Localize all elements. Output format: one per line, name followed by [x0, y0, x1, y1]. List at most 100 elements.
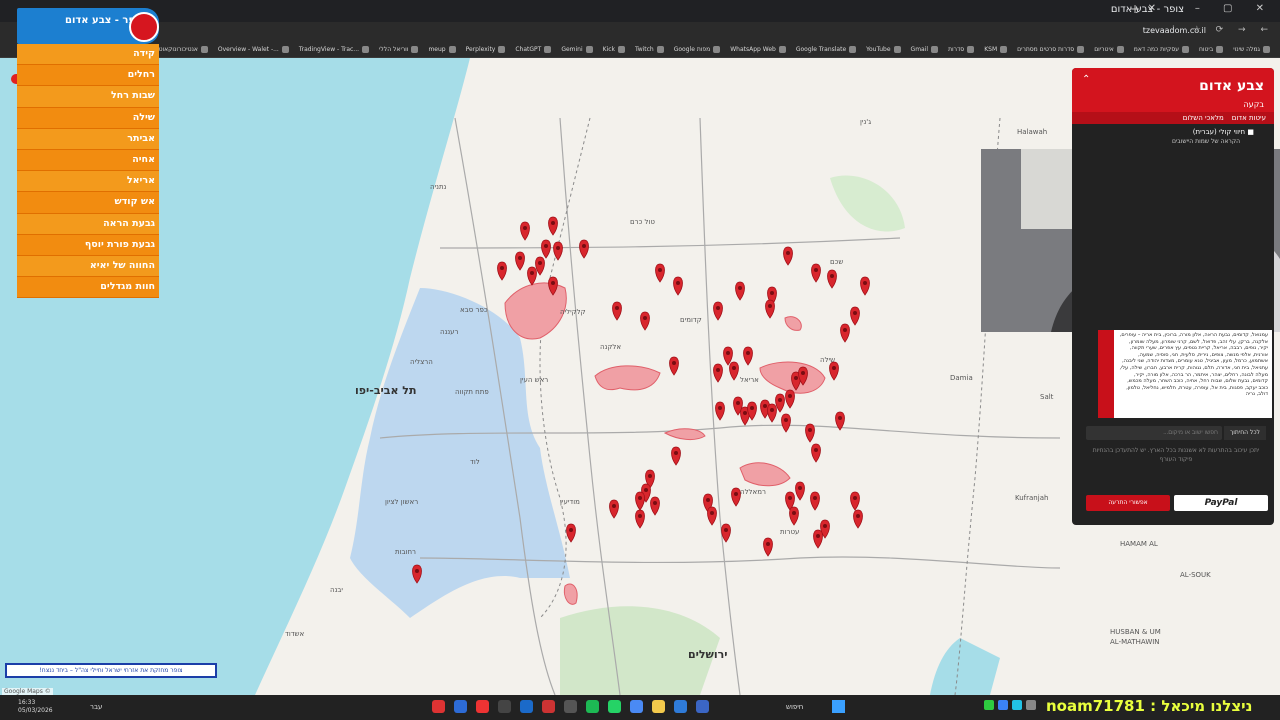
- alert-pin-icon[interactable]: [635, 509, 645, 529]
- alert-pin-icon[interactable]: [715, 401, 725, 421]
- alert-pin-icon[interactable]: [743, 346, 753, 366]
- area-item[interactable]: רחלים: [17, 65, 159, 87]
- alert-pin-icon[interactable]: [767, 403, 777, 423]
- search-input[interactable]: [1086, 426, 1222, 440]
- alert-pin-icon[interactable]: [813, 529, 823, 549]
- alert-pin-icon[interactable]: [655, 263, 665, 283]
- alert-pin-icon[interactable]: [566, 523, 576, 543]
- alert-pin-icon[interactable]: [612, 301, 622, 321]
- bookmark-item[interactable]: Overview - Walet -...: [218, 46, 289, 53]
- alert-pin-icon[interactable]: [850, 491, 860, 511]
- alert-pin-icon[interactable]: [579, 239, 589, 259]
- tray-icon[interactable]: [1012, 700, 1022, 710]
- bookmark-item[interactable]: איטריום: [1094, 46, 1124, 53]
- alert-pin-icon[interactable]: [548, 216, 558, 236]
- alert-pin-icon[interactable]: [811, 443, 821, 463]
- app-icon[interactable]: [674, 700, 687, 713]
- tray-icon[interactable]: [998, 700, 1008, 710]
- bookmark-item[interactable]: KSM: [984, 46, 1008, 53]
- app-icon[interactable]: [476, 700, 489, 713]
- alert-pin-icon[interactable]: [515, 251, 525, 271]
- area-item[interactable]: קידה: [17, 44, 159, 66]
- alert-pin-icon[interactable]: [640, 311, 650, 331]
- alert-pin-icon[interactable]: [671, 446, 681, 466]
- area-item[interactable]: שבות רחל: [17, 86, 159, 108]
- alert-pin-icon[interactable]: [763, 537, 773, 557]
- search-button[interactable]: לכל החיתוך: [1224, 426, 1266, 440]
- app-icon[interactable]: [586, 700, 599, 713]
- area-item[interactable]: גבעת פורת יוסף: [17, 234, 159, 256]
- alert-pin-icon[interactable]: [497, 261, 507, 281]
- alert-pin-icon[interactable]: [669, 356, 679, 376]
- app-icon[interactable]: [520, 700, 533, 713]
- alert-pin-icon[interactable]: [527, 266, 537, 286]
- app-icon[interactable]: [542, 700, 555, 713]
- bookmark-item[interactable]: ChatGPT: [515, 46, 552, 53]
- browser-nav-icons[interactable]: ⋮ ☆ ⟳ → ←: [1169, 25, 1274, 35]
- bookmark-item[interactable]: סדרות: [948, 46, 975, 53]
- bookmark-item[interactable]: YouTube: [866, 46, 901, 53]
- alert-pin-icon[interactable]: [635, 491, 645, 511]
- alert-pin-icon[interactable]: [840, 323, 850, 343]
- area-item[interactable]: חוות מגדלים: [17, 277, 159, 299]
- checkbox-icon[interactable]: ■: [1247, 128, 1254, 136]
- alert-pin-icon[interactable]: [781, 413, 791, 433]
- alert-pin-icon[interactable]: [721, 523, 731, 543]
- app-icon[interactable]: [652, 700, 665, 713]
- alert-pin-icon[interactable]: [860, 276, 870, 296]
- alert-pin-icon[interactable]: [829, 361, 839, 381]
- bookmark-item[interactable]: סדרות סרטים מסתרים: [1017, 46, 1085, 53]
- alert-pin-icon[interactable]: [810, 491, 820, 511]
- alert-pin-icon[interactable]: [850, 306, 860, 326]
- taskbar-search[interactable]: חיפוש: [786, 703, 803, 711]
- area-item[interactable]: אריאל: [17, 171, 159, 193]
- area-item[interactable]: אביתר: [17, 128, 159, 150]
- paypal-button[interactable]: PayPal: [1174, 495, 1268, 511]
- alert-pin-icon[interactable]: [673, 276, 683, 296]
- tray-icon[interactable]: [984, 700, 994, 710]
- tray-icon[interactable]: [1026, 700, 1036, 710]
- alert-pin-icon[interactable]: [789, 506, 799, 526]
- area-item[interactable]: שילה: [17, 107, 159, 129]
- bookmark-item[interactable]: ווריאל הללי: [379, 46, 419, 53]
- alert-pin-icon[interactable]: [783, 246, 793, 266]
- alert-pin-icon[interactable]: [713, 363, 723, 383]
- alert-pin-icon[interactable]: [713, 301, 723, 321]
- bookmark-item[interactable]: Perplexity: [466, 46, 506, 53]
- area-item[interactable]: אש קודש: [17, 192, 159, 214]
- alert-pin-icon[interactable]: [735, 281, 745, 301]
- bookmark-item[interactable]: WhatsApp Web: [730, 46, 786, 53]
- support-button[interactable]: אפשורי התרעה: [1086, 495, 1170, 511]
- bookmark-item[interactable]: גמלה שינוי: [1233, 46, 1270, 53]
- app-icon[interactable]: [498, 700, 511, 713]
- tab-peace-angels[interactable]: מלאכי השלום: [1183, 112, 1224, 124]
- app-icon[interactable]: [630, 700, 643, 713]
- alert-pin-icon[interactable]: [553, 241, 563, 261]
- alert-pin-icon[interactable]: [541, 239, 551, 259]
- app-icon[interactable]: [608, 700, 621, 713]
- chevron-up-icon[interactable]: ⌃: [1082, 74, 1090, 85]
- bookmark-item[interactable]: עסקיות כמה דאמ: [1134, 46, 1189, 53]
- alert-pin-icon[interactable]: [609, 499, 619, 519]
- tab-title[interactable]: צופר - צבע אדום: [1111, 4, 1184, 15]
- area-item[interactable]: גבעת הראה: [17, 213, 159, 235]
- alert-pin-icon[interactable]: [723, 346, 733, 366]
- app-icon[interactable]: [564, 700, 577, 713]
- voice-checkbox[interactable]: חיווי קולי (עברית) ■: [1193, 128, 1254, 136]
- alert-pin-icon[interactable]: [827, 269, 837, 289]
- bookmark-item[interactable]: Twitch: [635, 46, 664, 53]
- alert-pin-icon[interactable]: [707, 506, 717, 526]
- app-icon[interactable]: [454, 700, 467, 713]
- alert-pin-icon[interactable]: [811, 263, 821, 283]
- bookmark-item[interactable]: Google מפות: [674, 46, 721, 53]
- app-icon[interactable]: [696, 700, 709, 713]
- bookmark-item[interactable]: Gmail: [911, 46, 939, 53]
- area-item[interactable]: החווה של יאיא: [17, 255, 159, 278]
- alert-pin-icon[interactable]: [805, 423, 815, 443]
- bookmark-item[interactable]: meup: [428, 46, 456, 53]
- bookmark-item[interactable]: TradingView - Trac...: [299, 46, 370, 53]
- windows-start-icon[interactable]: [832, 700, 845, 713]
- area-item[interactable]: אחיה: [17, 149, 159, 172]
- bookmark-item[interactable]: Gemini: [561, 46, 593, 53]
- alert-pin-icon[interactable]: [795, 481, 805, 501]
